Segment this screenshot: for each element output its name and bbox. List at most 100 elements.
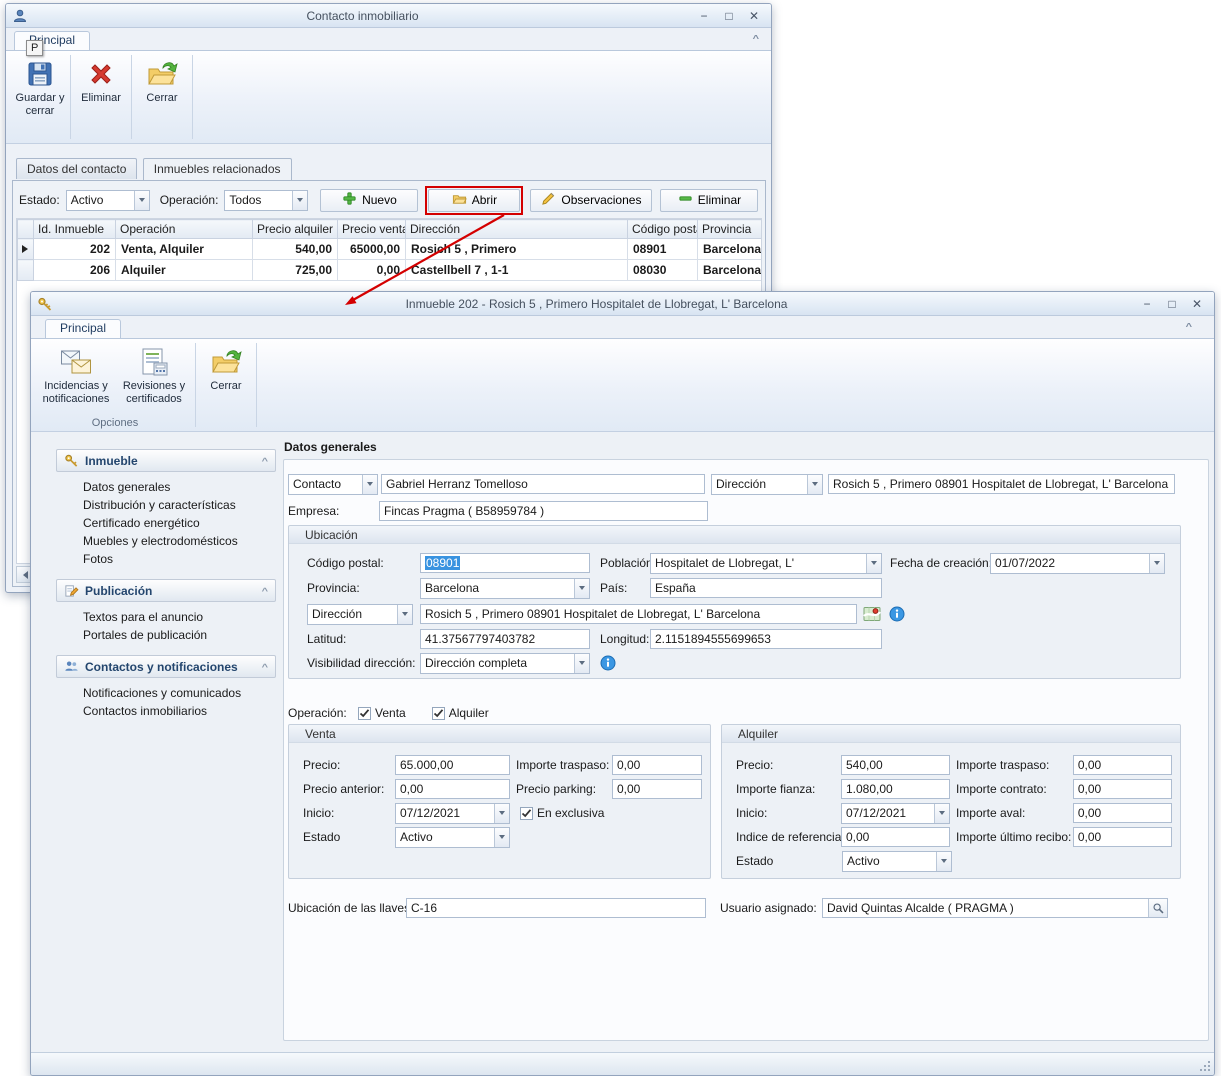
cerrar-button[interactable]: Cerrar [199,342,253,428]
titlebar[interactable]: Inmueble 202 - Rosich 5 , Primero Hospit… [31,292,1214,316]
visibilidad-combo[interactable]: Dirección completa [420,653,590,674]
codigo-postal-input[interactable]: 08901 [420,553,590,573]
importe-aval-input[interactable]: 0,00 [1073,803,1172,823]
maximize-icon[interactable]: □ [718,7,740,25]
grid-cell[interactable]: 206 [34,260,116,281]
inicio-alquiler-picker[interactable]: 07/12/2021 [841,803,950,824]
precio-venta-input[interactable]: 65.000,00 [395,755,510,775]
col-id-inmueble[interactable]: Id. Inmueble [34,220,116,239]
usuario-input[interactable]: David Quintas Alcalde ( PRAGMA ) [822,898,1168,918]
provincia-combo[interactable]: Barcelona [420,578,590,599]
empresa-input[interactable]: Fincas Pragma ( B58959784 ) [379,501,708,521]
resize-grip[interactable] [1198,1059,1210,1071]
llaves-input[interactable]: C-16 [406,898,706,918]
eliminar-row-button[interactable]: Eliminar [660,189,758,212]
tab-principal[interactable]: Principal [45,319,121,338]
cerrar-button[interactable]: Cerrar [135,54,189,140]
table-row[interactable]: 202 Venta, Alquiler 540,00 65000,00 Rosi… [18,239,763,260]
pais-input[interactable]: España [650,578,882,598]
precio-alquiler-input[interactable]: 540,00 [841,755,950,775]
tab-inmuebles-relacionados[interactable]: Inmuebles relacionados [143,158,292,180]
importe-fianza-input[interactable]: 1.080,00 [841,779,950,799]
grid-cell[interactable]: 540,00 [253,239,338,260]
importe-traspaso-input[interactable]: 0,00 [1073,755,1172,775]
info-icon[interactable] [889,606,905,622]
ribbon-collapse-icon[interactable]: ^ [753,34,759,44]
precio-anterior-input[interactable]: 0,00 [395,779,510,799]
longitud-input[interactable]: 2.1151894555699653 [650,629,882,649]
col-codigo-postal[interactable]: Código postal [628,220,698,239]
grid-cell[interactable]: Alquiler [116,260,253,281]
sidebar-group-publicacion[interactable]: Publicación ^ [56,579,276,602]
chevron-down-icon[interactable] [134,191,149,210]
fecha-creacion-picker[interactable]: 01/07/2022 [990,553,1165,574]
sidebar-item-notificaciones[interactable]: Notificaciones y comunicados [56,684,276,702]
chevron-down-icon[interactable] [574,654,589,673]
contacto-type-combo[interactable]: Contacto [288,474,378,495]
table-row[interactable]: 206 Alquiler 725,00 0,00 Castellbell 7 ,… [18,260,763,281]
grid-cell[interactable]: Venta, Alquiler [116,239,253,260]
collapse-chevron-icon[interactable]: ^ [262,456,268,465]
sidebar-item-fotos[interactable]: Fotos [56,550,276,568]
sidebar-item-muebles[interactable]: Muebles y electrodomésticos [56,532,276,550]
direccion-input[interactable]: Rosich 5 , Primero 08901 Hospitalet de L… [828,474,1175,494]
chevron-down-icon[interactable] [397,605,412,624]
revisiones-button[interactable]: Revisiones y certificados [116,342,192,414]
chevron-down-icon[interactable] [574,579,589,598]
grid-cell[interactable]: 202 [34,239,116,260]
grid-cell[interactable]: 65000,00 [338,239,406,260]
estado-venta-combo[interactable]: Activo [395,827,510,848]
grid-cell[interactable]: Barcelona [698,239,763,260]
alquiler-checkbox[interactable]: Alquiler [432,706,489,720]
info-icon[interactable] [600,655,616,671]
grid-cell[interactable]: 08030 [628,260,698,281]
operacion-combo[interactable]: Todos [224,190,308,211]
guardar-y-cerrar-button[interactable]: Guardar y cerrar [13,54,67,140]
close-icon[interactable]: ✕ [743,7,765,25]
grid-cell[interactable]: 08901 [628,239,698,260]
importe-contrato-input[interactable]: 0,00 [1073,779,1172,799]
sidebar-item-distribucion[interactable]: Distribución y características [56,496,276,514]
chevron-down-icon[interactable] [292,191,307,210]
incidencias-button[interactable]: Incidencias y notificaciones [38,342,114,414]
sidebar-item-textos-anuncio[interactable]: Textos para el anuncio [56,608,276,626]
maximize-icon[interactable]: □ [1161,295,1183,313]
chevron-down-icon[interactable] [1149,554,1164,573]
inmuebles-grid[interactable]: Id. Inmueble Operación Precio alquiler P… [17,219,762,281]
chevron-down-icon[interactable] [494,804,509,823]
close-icon[interactable]: ✕ [1186,295,1208,313]
sidebar-group-inmueble[interactable]: Inmueble ^ [56,449,276,472]
inicio-venta-picker[interactable]: 07/12/2021 [395,803,510,824]
nuevo-button[interactable]: Nuevo [320,189,418,212]
poblacion-combo[interactable]: Hospitalet de Llobregat, L' [650,553,882,574]
sidebar-group-contactos[interactable]: Contactos y notificaciones ^ [56,655,276,678]
minimize-icon[interactable]: − [693,7,715,25]
grid-cell[interactable]: Rosich 5 , Primero [406,239,628,260]
collapse-chevron-icon[interactable]: ^ [262,586,268,595]
direccion-type-combo[interactable]: Dirección [307,604,413,625]
col-provincia[interactable]: Provincia [698,220,763,239]
abrir-button[interactable]: Abrir [428,189,520,212]
col-precio-alquiler[interactable]: Precio alquiler [253,220,338,239]
grid-cell[interactable]: 0,00 [338,260,406,281]
estado-combo[interactable]: Activo [66,190,150,211]
chevron-down-icon[interactable] [934,804,949,823]
estado-alquiler-combo[interactable]: Activo [842,851,952,872]
chevron-down-icon[interactable] [866,554,881,573]
sidebar-item-portales[interactable]: Portales de publicación [56,626,276,644]
map-icon[interactable] [862,605,881,624]
importe-ultimo-recibo-input[interactable]: 0,00 [1073,827,1172,847]
col-operacion[interactable]: Operación [116,220,253,239]
chevron-down-icon[interactable] [362,475,377,494]
sidebar-item-certificado[interactable]: Certificado energético [56,514,276,532]
col-direccion[interactable]: Dirección [406,220,628,239]
eliminar-button[interactable]: Eliminar [74,54,128,140]
importe-traspaso-input[interactable]: 0,00 [612,755,702,775]
direccion-completa-input[interactable]: Rosich 5 , Primero 08901 Hospitalet de L… [420,604,857,624]
search-icon[interactable] [1148,899,1167,917]
grid-cell[interactable]: 725,00 [253,260,338,281]
collapse-chevron-icon[interactable]: ^ [262,662,268,671]
tab-datos-del-contacto[interactable]: Datos del contacto [16,158,137,179]
ribbon-collapse-icon[interactable]: ^ [1186,322,1192,332]
en-exclusiva-checkbox[interactable]: En exclusiva [520,806,604,820]
